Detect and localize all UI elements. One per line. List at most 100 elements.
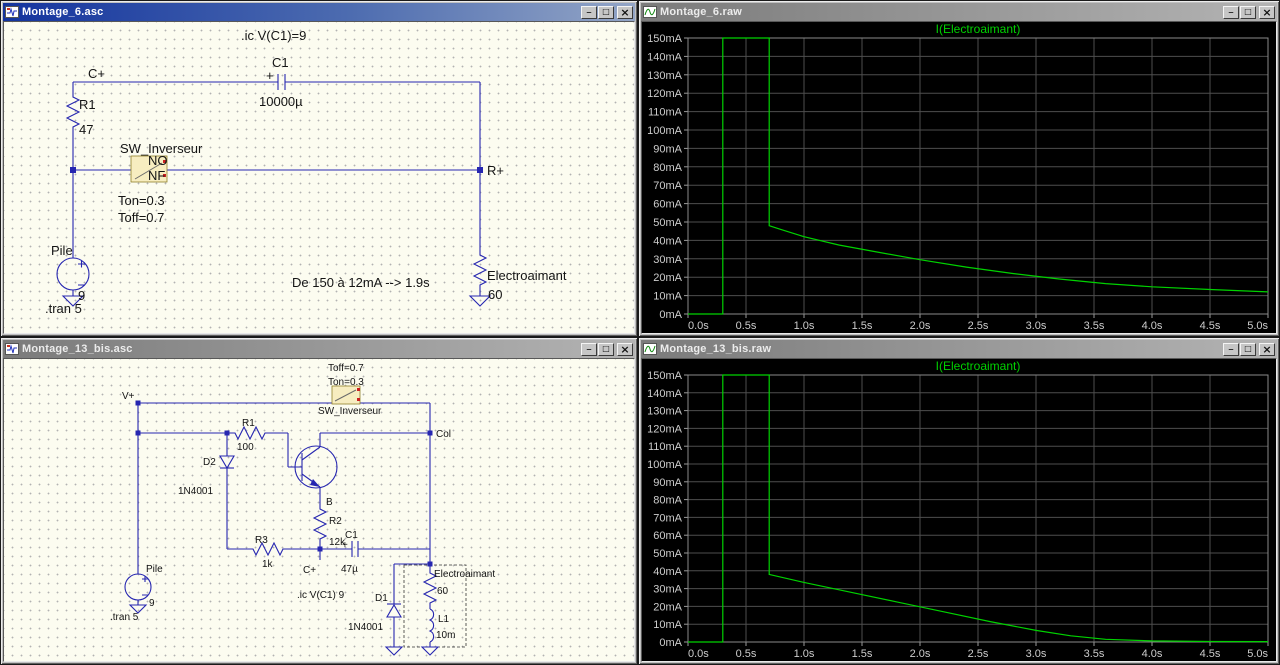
close-button[interactable]: ×: [1259, 5, 1275, 19]
x-tick-label: 3.5s: [1084, 648, 1105, 660]
net-label-b[interactable]: B: [326, 497, 333, 508]
maximize-button[interactable]: □: [1240, 5, 1256, 19]
waveform-canvas[interactable]: 150mA 140mA 130mA 120mA 110mA 100mA 90mA 80mA 70…: [641, 358, 1277, 662]
switch-label[interactable]: SW_Inverseur: [318, 406, 382, 417]
resistor-R2[interactable]: [312, 507, 328, 541]
junction-node: [427, 430, 433, 436]
diode-D1[interactable]: [386, 603, 402, 618]
c1-value[interactable]: 47µ: [341, 564, 358, 575]
titlebar[interactable]: Montage_6.asc _ □ ×: [3, 3, 635, 21]
waveform-window-icon[interactable]: [643, 5, 657, 19]
d2-value[interactable]: 1N4001: [178, 486, 213, 497]
switch-toff[interactable]: Toff=0.7: [118, 210, 164, 225]
schematic-canvas[interactable]: NO NF .ic V(C1)=9 C+ C1 + 10000µ R1 47 S…: [3, 21, 635, 334]
net-label-cplus[interactable]: C+: [303, 565, 316, 576]
ground-icon[interactable]: [61, 295, 492, 307]
ground-icon[interactable]: [128, 604, 440, 656]
switch-sw-inverseur[interactable]: NO NF: [130, 153, 168, 183]
capacitor-C1[interactable]: [351, 541, 359, 557]
titlebar[interactable]: Montage_13_bis.raw _ □ ×: [641, 340, 1277, 358]
battery-label[interactable]: Pile: [51, 243, 73, 258]
close-button[interactable]: ×: [617, 342, 633, 356]
d1-label[interactable]: D1: [375, 593, 388, 604]
wire[interactable]: [72, 81, 481, 296]
waveform-window-icon[interactable]: [643, 342, 657, 356]
r1-value[interactable]: 100: [237, 442, 254, 453]
maximize-icon: □: [1244, 7, 1252, 16]
trace-label[interactable]: I(Electroaimant): [936, 22, 1021, 36]
net-label-rplus[interactable]: R+: [487, 163, 504, 178]
desktop: { "chrome": {"minimize": "_", "maximize"…: [0, 0, 1280, 665]
net-label-vplus[interactable]: V+: [122, 391, 135, 402]
r1-label[interactable]: R1: [242, 418, 255, 429]
tran-directive[interactable]: .tran 5: [110, 612, 139, 623]
resistor-electroaimant[interactable]: [472, 253, 488, 289]
r2-label[interactable]: R2: [329, 516, 342, 527]
switch-sw-inverseur[interactable]: [331, 385, 361, 405]
schematic-canvas[interactable]: Toff=0.7 Ton=0.3 SW_Inverseur V+ R1 100 …: [3, 358, 635, 662]
minimize-icon: _: [1228, 340, 1234, 351]
junction-node: [135, 430, 141, 436]
titlebar[interactable]: Montage_6.raw _ □ ×: [641, 3, 1277, 21]
battery-pile[interactable]: [124, 573, 152, 601]
annotation-note[interactable]: De 150 à 12mA --> 1.9s: [292, 275, 430, 290]
load-label[interactable]: Electroaimant: [487, 268, 567, 283]
tran-directive[interactable]: .tran 5: [45, 301, 82, 316]
d1-value[interactable]: 1N4001: [348, 622, 383, 633]
l1-label[interactable]: L1: [438, 614, 450, 625]
ic-directive[interactable]: .ic V(C1)=9: [241, 28, 306, 43]
y-tick-label: 110mA: [648, 441, 683, 453]
battery-label[interactable]: Pile: [146, 564, 163, 575]
x-tick-label: 4.0s: [1142, 648, 1163, 660]
battery-pile[interactable]: [56, 257, 90, 291]
battery-value[interactable]: 9: [149, 598, 155, 609]
minimize-button[interactable]: _: [581, 4, 597, 19]
wire[interactable]: [137, 402, 431, 647]
diode-D2[interactable]: [219, 455, 235, 470]
net-label-cplus[interactable]: C+: [88, 66, 105, 81]
close-button[interactable]: ×: [1259, 342, 1275, 356]
waveform-canvas[interactable]: 150mA 140mA 130mA 120mA 110mA 100mA 90mA 80mA 70…: [641, 21, 1277, 334]
y-tick-label: 100mA: [647, 459, 683, 471]
r3-label[interactable]: R3: [255, 535, 268, 546]
switch-toff[interactable]: Toff=0.7: [328, 363, 364, 374]
r3-value[interactable]: 1k: [262, 559, 274, 570]
ic-directive[interactable]: .ic V(C1) 9: [297, 590, 345, 601]
load-value[interactable]: 60: [488, 287, 502, 302]
schematic-window-icon[interactable]: [5, 342, 19, 356]
switch-label[interactable]: SW_Inverseur: [120, 141, 203, 156]
switch-ton[interactable]: Ton=0.3: [118, 193, 165, 208]
inductor-L1[interactable]: [428, 608, 435, 643]
capacitor-C1[interactable]: [277, 74, 286, 90]
window-title: Montage_6.asc: [22, 6, 104, 18]
y-tick-label: 0mA: [659, 309, 682, 321]
c1-value[interactable]: 10000µ: [259, 94, 303, 109]
load-value[interactable]: 60: [437, 586, 449, 597]
titlebar[interactable]: Montage_13_bis.asc _ □ ×: [3, 340, 635, 358]
switch-nf-label: NF: [148, 168, 165, 183]
net-label-col[interactable]: Col: [436, 429, 451, 440]
y-tick-label: 20mA: [653, 272, 682, 284]
maximize-button[interactable]: □: [1240, 342, 1256, 356]
y-tick-label: 130mA: [647, 70, 683, 82]
schematic-window-icon[interactable]: [5, 5, 19, 19]
trace-label[interactable]: I(Electroaimant): [936, 359, 1021, 373]
window-title: Montage_6.raw: [660, 6, 743, 18]
minimize-button[interactable]: _: [1223, 4, 1239, 19]
l1-value[interactable]: 10m: [436, 630, 455, 641]
load-label[interactable]: Electroaimant: [434, 569, 495, 580]
d2-label[interactable]: D2: [203, 457, 216, 468]
close-icon: ×: [1262, 5, 1272, 19]
close-button[interactable]: ×: [617, 5, 633, 19]
maximize-button[interactable]: □: [598, 5, 614, 19]
resistor-R1[interactable]: [65, 95, 81, 131]
y-tick-label: 70mA: [653, 180, 682, 192]
c1-label[interactable]: C1: [272, 55, 289, 70]
r1-label[interactable]: R1: [79, 97, 96, 112]
switch-ton[interactable]: Ton=0.3: [328, 377, 364, 388]
minimize-button[interactable]: _: [581, 341, 597, 356]
r1-value[interactable]: 47: [79, 122, 93, 137]
minimize-button[interactable]: _: [1223, 340, 1239, 356]
x-tick-label: 1.0s: [794, 648, 815, 660]
maximize-button[interactable]: □: [598, 342, 614, 356]
